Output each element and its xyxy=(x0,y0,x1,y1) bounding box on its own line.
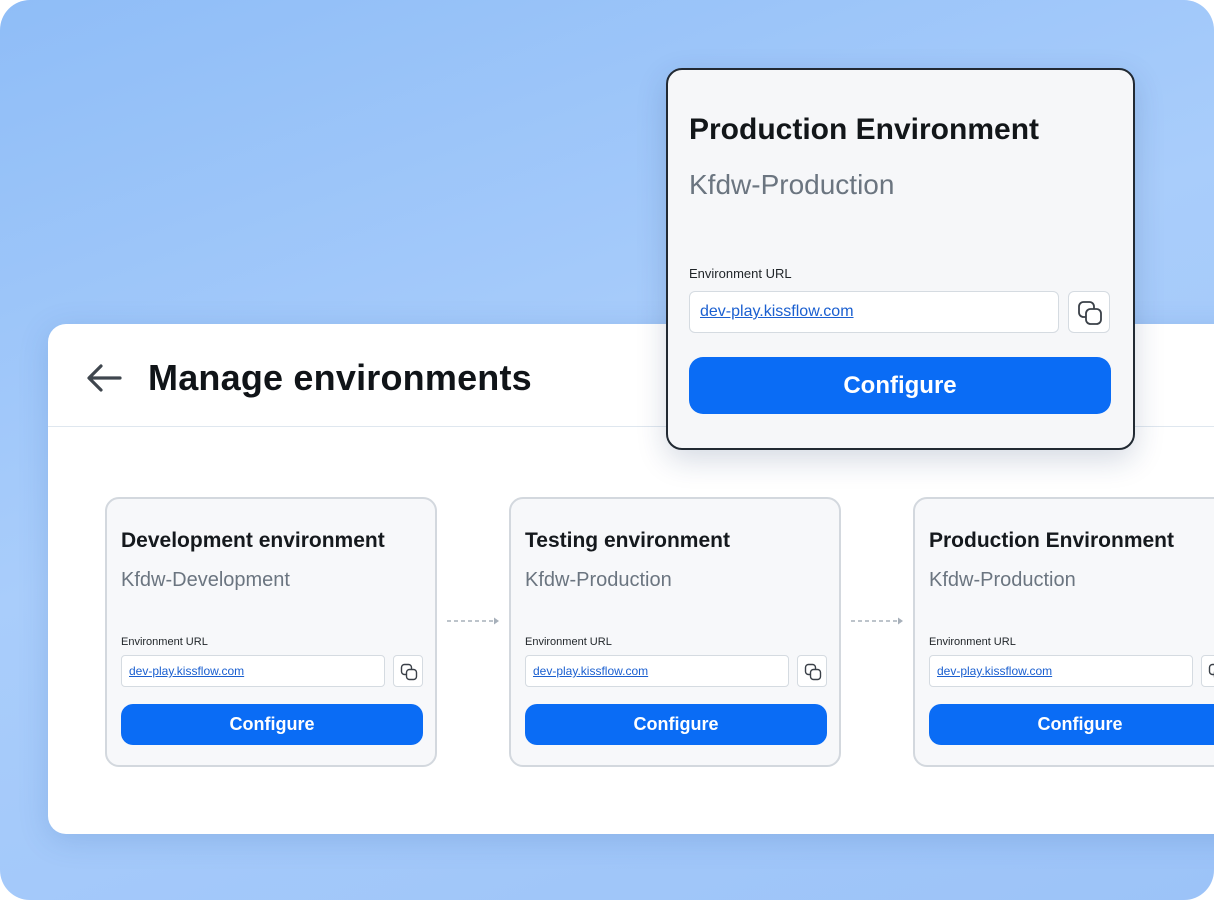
url-label: Environment URL xyxy=(929,636,1016,648)
configure-button[interactable]: Configure xyxy=(121,704,423,745)
environment-card-testing: Testing environment Kfdw-Production Envi… xyxy=(509,497,841,767)
url-link[interactable]: dev-play.kissflow.com xyxy=(533,664,648,678)
url-link[interactable]: dev-play.kissflow.com xyxy=(700,303,854,321)
production-environment-popup: Production Environment Kfdw-Production E… xyxy=(666,68,1135,450)
copy-button[interactable] xyxy=(1068,291,1110,333)
card-subtitle: Kfdw-Development xyxy=(121,569,290,591)
url-field[interactable]: dev-play.kissflow.com xyxy=(525,655,789,687)
card-title: Testing environment xyxy=(525,529,730,552)
page-title: Manage environments xyxy=(148,357,532,398)
configure-button[interactable]: Configure xyxy=(929,704,1214,745)
card-subtitle: Kfdw-Production xyxy=(929,569,1076,591)
connector-arrow xyxy=(447,617,499,625)
card-title: Production Environment xyxy=(929,529,1175,552)
copy-icon xyxy=(1078,301,1102,325)
copy-icon xyxy=(1208,663,1214,678)
url-label: Environment URL xyxy=(525,636,612,648)
copy-button[interactable] xyxy=(1201,655,1214,687)
copy-icon xyxy=(400,663,418,681)
card-subtitle: Kfdw-Production xyxy=(525,569,672,591)
copy-button[interactable] xyxy=(797,655,827,687)
background: Manage environments Development environm… xyxy=(0,0,1214,900)
card-title: Development environment xyxy=(121,529,385,552)
configure-button[interactable]: Configure xyxy=(525,704,827,745)
url-link[interactable]: dev-play.kissflow.com xyxy=(129,664,244,678)
popup-subtitle: Kfdw-Production xyxy=(689,169,895,200)
environment-card-production: Production Environment Kfdw-Production E… xyxy=(913,497,1214,767)
popup-title: Production Environment xyxy=(689,113,1040,146)
url-label: Environment URL xyxy=(121,636,208,648)
arrow-left-icon[interactable] xyxy=(84,358,124,398)
url-label: Environment URL xyxy=(689,266,792,281)
url-link[interactable]: dev-play.kissflow.com xyxy=(937,664,1052,678)
url-field[interactable]: dev-play.kissflow.com xyxy=(121,655,385,687)
environment-card-development: Development environment Kfdw-Development… xyxy=(105,497,437,767)
copy-button[interactable] xyxy=(393,655,423,687)
copy-icon xyxy=(804,663,822,681)
url-field[interactable]: dev-play.kissflow.com xyxy=(689,291,1059,333)
url-field[interactable]: dev-play.kissflow.com xyxy=(929,655,1193,687)
connector-arrow xyxy=(851,617,903,625)
configure-button[interactable]: Configure xyxy=(689,357,1111,414)
